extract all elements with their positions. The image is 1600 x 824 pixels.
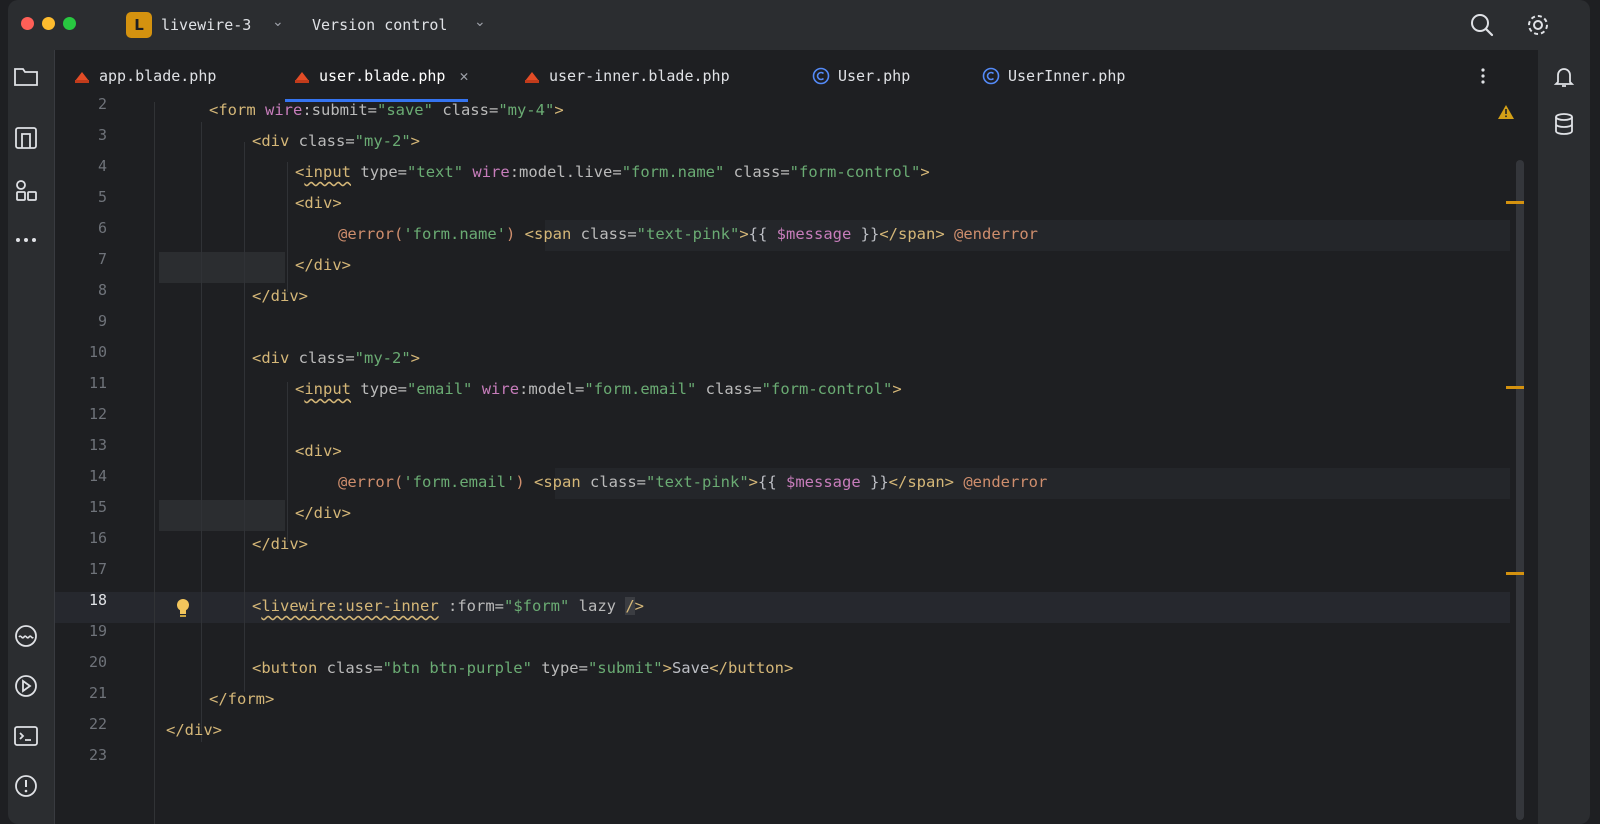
folder-icon[interactable] [12,62,40,90]
scroll-marker [1506,386,1524,389]
project-badge[interactable]: L [126,12,152,38]
code-line: @error('form.email') <span class="text-p… [338,473,1048,491]
code-line: <input type="email" wire:model="form.ema… [295,380,902,398]
scroll-marker [1506,572,1524,575]
gutter-divider [154,102,155,824]
code-line: <div class="my-2"> [252,132,421,150]
vcs-menu[interactable]: Version control [312,16,447,34]
project-switcher[interactable]: livewire-3 [161,16,251,34]
terminal-icon[interactable] [12,722,40,750]
code-line: </div> [295,256,351,274]
run-icon[interactable] [12,672,40,700]
code-line: <button class="btn btn-purple" type="sub… [252,659,794,677]
class-icon [812,67,830,85]
blade-file-icon [75,72,89,83]
code-line: </div> [252,535,308,553]
code-line: </div> [252,287,308,305]
line-number: 5 [97,188,107,206]
code-line-current: <livewire:user-inner :form="$form" lazy … [252,597,645,615]
blade-file-icon [295,72,309,83]
close-window-button[interactable] [21,17,34,30]
line-number: 6 [97,219,107,237]
line-number: 2 [97,95,107,113]
notifications-icon[interactable] [1550,62,1578,90]
line-number: 4 [97,157,107,175]
line-number: 22 [88,715,107,733]
line-number: 3 [97,126,107,144]
ide-window: L livewire-3 ⌄ Version control ⌄ app.bla… [8,0,1590,824]
line-number: 11 [88,374,107,392]
code-line: <div> [295,442,342,460]
line-number: 19 [88,622,107,640]
line-number: 21 [88,684,107,702]
line-number: 9 [97,312,107,330]
indent-guide [244,142,245,692]
more-tabs-icon[interactable] [1473,66,1493,86]
line-number: 8 [97,281,107,299]
chevron-down-icon[interactable]: ⌄ [272,14,284,30]
scroll-marker [1506,201,1524,204]
warning-icon[interactable] [1497,104,1515,120]
line-number: 12 [88,405,107,423]
code-line: <input type="text" wire:model.live="form… [295,163,930,181]
more-icon[interactable] [12,226,40,254]
close-icon[interactable]: ✕ [459,67,468,85]
tab-label: UserInner.php [1008,67,1126,85]
lightbulb-icon[interactable] [173,597,193,619]
code-line: <div> [295,194,342,212]
chevron-down-icon[interactable]: ⌄ [474,14,486,30]
line-number: 13 [88,436,107,454]
code-line: </div> [166,721,222,739]
code-editor[interactable]: 2 3 4 5 6 7 8 9 10 11 12 13 14 15 16 17 … [55,95,1538,824]
vertical-scrollbar[interactable] [1516,160,1524,820]
line-number: 10 [88,343,107,361]
tab-label: user-inner.blade.php [549,67,730,85]
line-number: 7 [97,250,107,268]
line-number-current: 18 [88,591,107,609]
code-line: </div> [295,504,351,522]
class-icon [982,67,1000,85]
gear-icon[interactable] [1524,11,1552,39]
code-line: </form> [209,690,275,708]
code-line: <form wire:submit="save" class="my-4"> [209,101,564,119]
problems-icon[interactable] [12,772,40,800]
code-line: <div class="my-2"> [252,349,421,367]
zoom-window-button[interactable] [63,17,76,30]
indent-guide [287,382,288,542]
title-bar: L livewire-3 ⌄ Version control ⌄ [8,0,1590,50]
left-tool-strip [8,50,55,824]
line-number: 20 [88,653,107,671]
line-number: 15 [88,498,107,516]
code-line: @error('form.name') <span class="text-pi… [338,225,1038,243]
minimize-window-button[interactable] [42,17,55,30]
tab-label: app.blade.php [99,67,217,85]
line-number: 17 [88,560,107,578]
tab-label: user.blade.php [319,67,446,85]
line-number: 14 [88,467,107,485]
indent-guide [201,122,202,742]
line-number: 16 [88,529,107,547]
search-icon[interactable] [1468,11,1496,39]
bracket-highlight [159,500,285,531]
plugins-icon[interactable] [12,176,40,204]
bracket-highlight [159,252,285,283]
line-number: 23 [88,746,107,764]
livewire-icon[interactable] [12,622,40,650]
indent-guide [287,162,288,292]
blade-file-icon [525,72,539,83]
structure-icon[interactable] [12,124,40,152]
tab-label: User.php [838,67,911,85]
